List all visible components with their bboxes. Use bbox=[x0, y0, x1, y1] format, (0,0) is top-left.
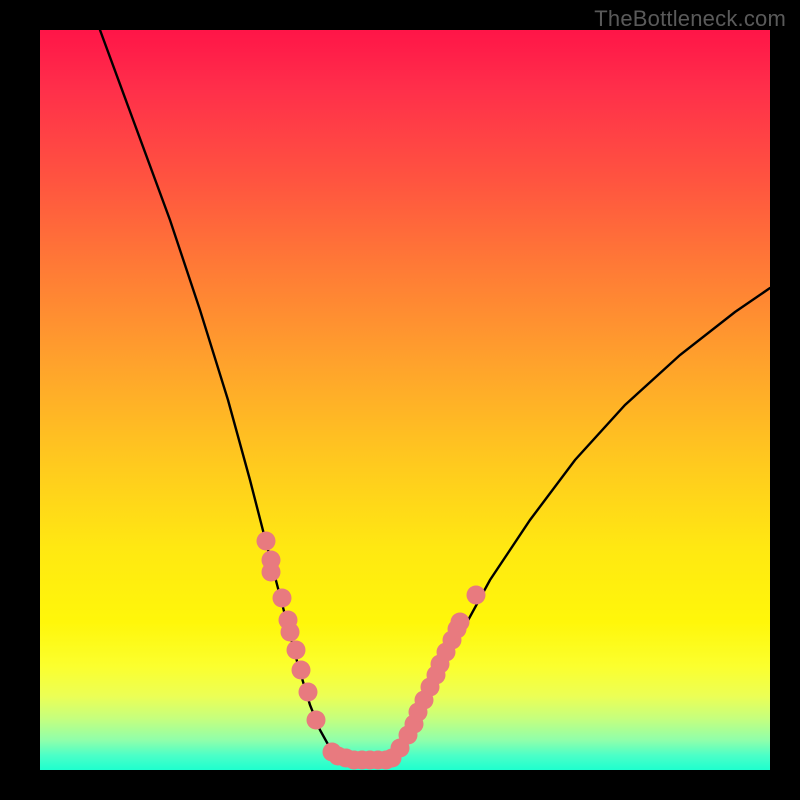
curve-svg bbox=[40, 30, 770, 770]
data-marker bbox=[273, 589, 292, 608]
data-marker bbox=[262, 563, 281, 582]
data-markers bbox=[257, 532, 486, 770]
watermark-text: TheBottleneck.com bbox=[594, 6, 786, 32]
data-marker bbox=[467, 586, 486, 605]
data-marker bbox=[307, 711, 326, 730]
data-marker bbox=[257, 532, 276, 551]
chart-frame: TheBottleneck.com bbox=[0, 0, 800, 800]
data-marker bbox=[299, 683, 318, 702]
data-marker bbox=[292, 661, 311, 680]
bottleneck-curve bbox=[100, 30, 770, 760]
data-marker bbox=[287, 641, 306, 660]
data-marker bbox=[281, 623, 300, 642]
plot-area bbox=[40, 30, 770, 770]
data-marker bbox=[451, 613, 470, 632]
